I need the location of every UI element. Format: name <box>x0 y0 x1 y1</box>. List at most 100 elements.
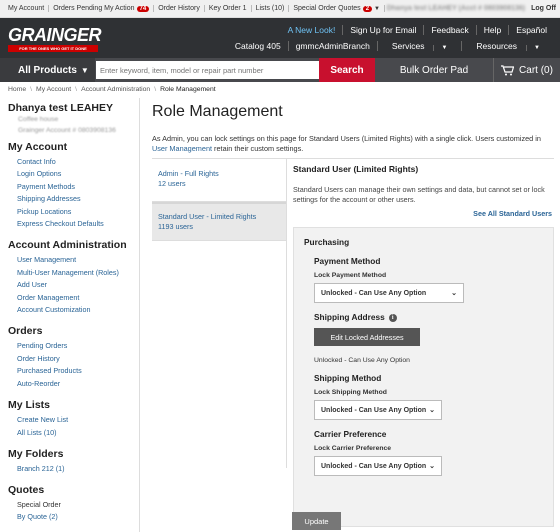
email-signup-link[interactable]: Sign Up for Email <box>342 25 423 35</box>
order-history-link[interactable]: Order History <box>154 5 205 12</box>
sidebar-item-add-user[interactable]: Add User <box>8 279 139 291</box>
sidebar-item-payment-methods[interactable]: Payment Methods <box>8 181 139 193</box>
user-management-link[interactable]: User Management <box>152 144 212 153</box>
breadcrumb-home[interactable]: Home <box>8 86 26 93</box>
lock-payment-value: Unlocked - Can Use Any Option <box>321 289 427 297</box>
sidebar-item-order-management[interactable]: Order Management <box>8 292 139 304</box>
role-detail: Standard User (Limited Rights) Standard … <box>286 159 554 527</box>
info-icon[interactable]: i <box>388 313 397 322</box>
new-look-link[interactable]: A New Look! <box>281 25 343 35</box>
carrier-preference-heading: Carrier Preference <box>314 429 387 439</box>
chevron-down-icon: ⌄ <box>429 407 435 414</box>
shipping-method-heading: Shipping Method <box>314 373 382 383</box>
lists-link[interactable]: Lists (10) <box>252 5 290 12</box>
sidebar-section-my-folders: My Folders <box>8 447 64 460</box>
sidebar-item-express-checkout[interactable]: Express Checkout Defaults <box>8 218 139 230</box>
role-list: Admin - Full Rights 12 users Standard Us… <box>152 159 286 468</box>
key-order-link[interactable]: Key Order 1 <box>205 5 252 12</box>
sidebar-item-purchased-products[interactable]: Purchased Products <box>8 365 139 377</box>
lock-shipping-select[interactable]: Unlocked - Can Use Any Option ⌄ <box>314 400 442 420</box>
search-button[interactable]: Search <box>319 58 375 82</box>
lock-shipping-label: Lock Shipping Method <box>314 389 387 396</box>
orders-pending-badge: 74 <box>136 6 150 12</box>
breadcrumb-account-admin[interactable]: Account Administration <box>81 86 150 93</box>
sidebar-item-shipping-addresses[interactable]: Shipping Addresses <box>8 193 139 205</box>
breadcrumb: Home \ My Account \ Account Administration… <box>8 85 216 93</box>
catalog-link[interactable]: Catalog 405 <box>228 41 288 51</box>
edit-locked-addresses-button[interactable]: Edit Locked Addresses <box>314 328 420 346</box>
sidebar-item-by-quote[interactable]: By Quote (2) <box>8 511 139 523</box>
grainger-logo[interactable]: GRAINGER FOR THE ONES WHO GET IT DONE <box>8 18 102 58</box>
role-admin-name: Admin - Full Rights <box>158 169 219 178</box>
sidebar-section-my-account: My Account <box>8 141 68 153</box>
search-input[interactable] <box>96 61 319 79</box>
intro-tail: retain their custom settings. <box>212 144 304 153</box>
special-quotes-link[interactable]: Special Order Quotes 2 ▼ <box>289 5 385 12</box>
role-admin-users: 12 users <box>158 179 186 188</box>
sidebar-item-auto-reorder[interactable]: Auto-Reorder <box>8 378 139 390</box>
sidebar-section-account-admin: Account Administration <box>8 239 127 252</box>
user-company: Coffee house <box>18 116 59 123</box>
resources-label: Resources <box>476 41 518 51</box>
espanol-link[interactable]: Español <box>508 25 554 35</box>
cart-icon <box>501 64 515 75</box>
sidebar-subsection-special-order: Special Order <box>17 500 61 510</box>
logo-tagline: FOR THE ONES WHO GET IT DONE <box>8 45 98 52</box>
feedback-link[interactable]: Feedback <box>423 25 475 35</box>
role-detail-description: Standard Users can manage their own sett… <box>293 185 545 204</box>
sidebar: Dhanya test LEAHEY Coffee house Grainger… <box>0 98 140 532</box>
sidebar-item-login-options[interactable]: Login Options <box>8 168 139 180</box>
branch-link[interactable]: gmmcAdminBranch <box>287 41 377 51</box>
search-bar: All Products▼ Search Bulk Order Pad Cart… <box>0 58 560 82</box>
chevron-down-icon: ▼ <box>80 65 89 75</box>
chevron-down-icon: ▼ <box>433 45 455 51</box>
shipping-address-status: Unlocked - Can Use Any Option <box>314 357 410 364</box>
see-all-standard-users-link[interactable]: See All Standard Users <box>293 209 554 218</box>
lock-shipping-value: Unlocked - Can Use Any Option <box>321 406 427 414</box>
main-content: Role Management As Admin, you can lock s… <box>152 98 556 532</box>
update-button[interactable]: Update <box>292 512 341 530</box>
sidebar-item-all-lists[interactable]: All Lists (10) <box>8 427 139 439</box>
role-admin[interactable]: Admin - Full Rights 12 users <box>152 159 286 202</box>
log-off-link[interactable]: Log Off <box>525 5 556 12</box>
sidebar-item-order-history[interactable]: Order History <box>8 353 139 365</box>
role-standard-name: Standard User - Limited Rights <box>158 212 257 221</box>
special-quotes-label: Special Order Quotes <box>293 5 361 12</box>
sidebar-item-contact-info[interactable]: Contact Info <box>8 156 139 168</box>
sidebar-item-user-management[interactable]: User Management <box>8 254 139 266</box>
sidebar-item-multi-user-management[interactable]: Multi-User Management (Roles) <box>8 267 139 279</box>
resources-menu[interactable]: Resources ▼ <box>461 41 554 51</box>
chevron-down-icon: ⌄ <box>429 463 435 470</box>
my-account-link[interactable]: My Account <box>4 5 50 12</box>
header-links: A New Look! Sign Up for Email Feedback H… <box>228 22 554 54</box>
services-menu[interactable]: Services ▼ <box>376 41 462 51</box>
lock-carrier-value: Unlocked - Can Use Any Option <box>321 462 427 470</box>
role-standard-user[interactable]: Standard User - Limited Rights 1193 user… <box>152 202 286 241</box>
sidebar-item-account-customization[interactable]: Account Customization <box>8 304 139 316</box>
services-label: Services <box>391 41 425 51</box>
orders-pending-link[interactable]: Orders Pending My Action 74 <box>49 5 155 12</box>
sidebar-item-pending-orders[interactable]: Pending Orders <box>8 340 139 352</box>
lock-payment-select[interactable]: Unlocked - Can Use Any Option ⌄ <box>314 283 464 303</box>
help-link[interactable]: Help <box>475 25 508 35</box>
shipping-address-heading: Shipping Address i <box>314 312 543 322</box>
orders-pending-label: Orders Pending My Action <box>53 5 135 12</box>
special-quotes-badge: 2 <box>362 6 373 12</box>
breadcrumb-my-account[interactable]: My Account <box>36 86 71 93</box>
all-products-menu[interactable]: All Products ▼ <box>0 58 95 82</box>
sidebar-item-create-list[interactable]: Create New List <box>8 414 139 426</box>
all-products-label: All Products <box>18 64 77 76</box>
sidebar-section-my-lists: My Lists <box>8 399 51 412</box>
sidebar-item-branch-folder[interactable]: Branch 212 (1) <box>8 463 139 475</box>
role-panel: Admin - Full Rights 12 users Standard Us… <box>152 158 554 527</box>
bulk-order-pad-link[interactable]: Bulk Order Pad <box>375 65 493 76</box>
lock-carrier-label: Lock Carrier Preference <box>314 445 392 452</box>
lock-carrier-select[interactable]: Unlocked - Can Use Any Option ⌄ <box>314 456 442 476</box>
intro-body: As Admin, you can lock settings on this … <box>152 134 541 143</box>
intro-text: As Admin, you can lock settings on this … <box>152 134 554 154</box>
sidebar-item-pickup-locations[interactable]: Pickup Locations <box>8 206 139 218</box>
role-standard-users: 1193 users <box>158 222 194 231</box>
role-detail-title: Standard User (Limited Rights) <box>293 164 419 174</box>
payment-method-heading: Payment Method <box>314 256 381 266</box>
cart-link[interactable]: Cart (0) <box>493 58 560 82</box>
